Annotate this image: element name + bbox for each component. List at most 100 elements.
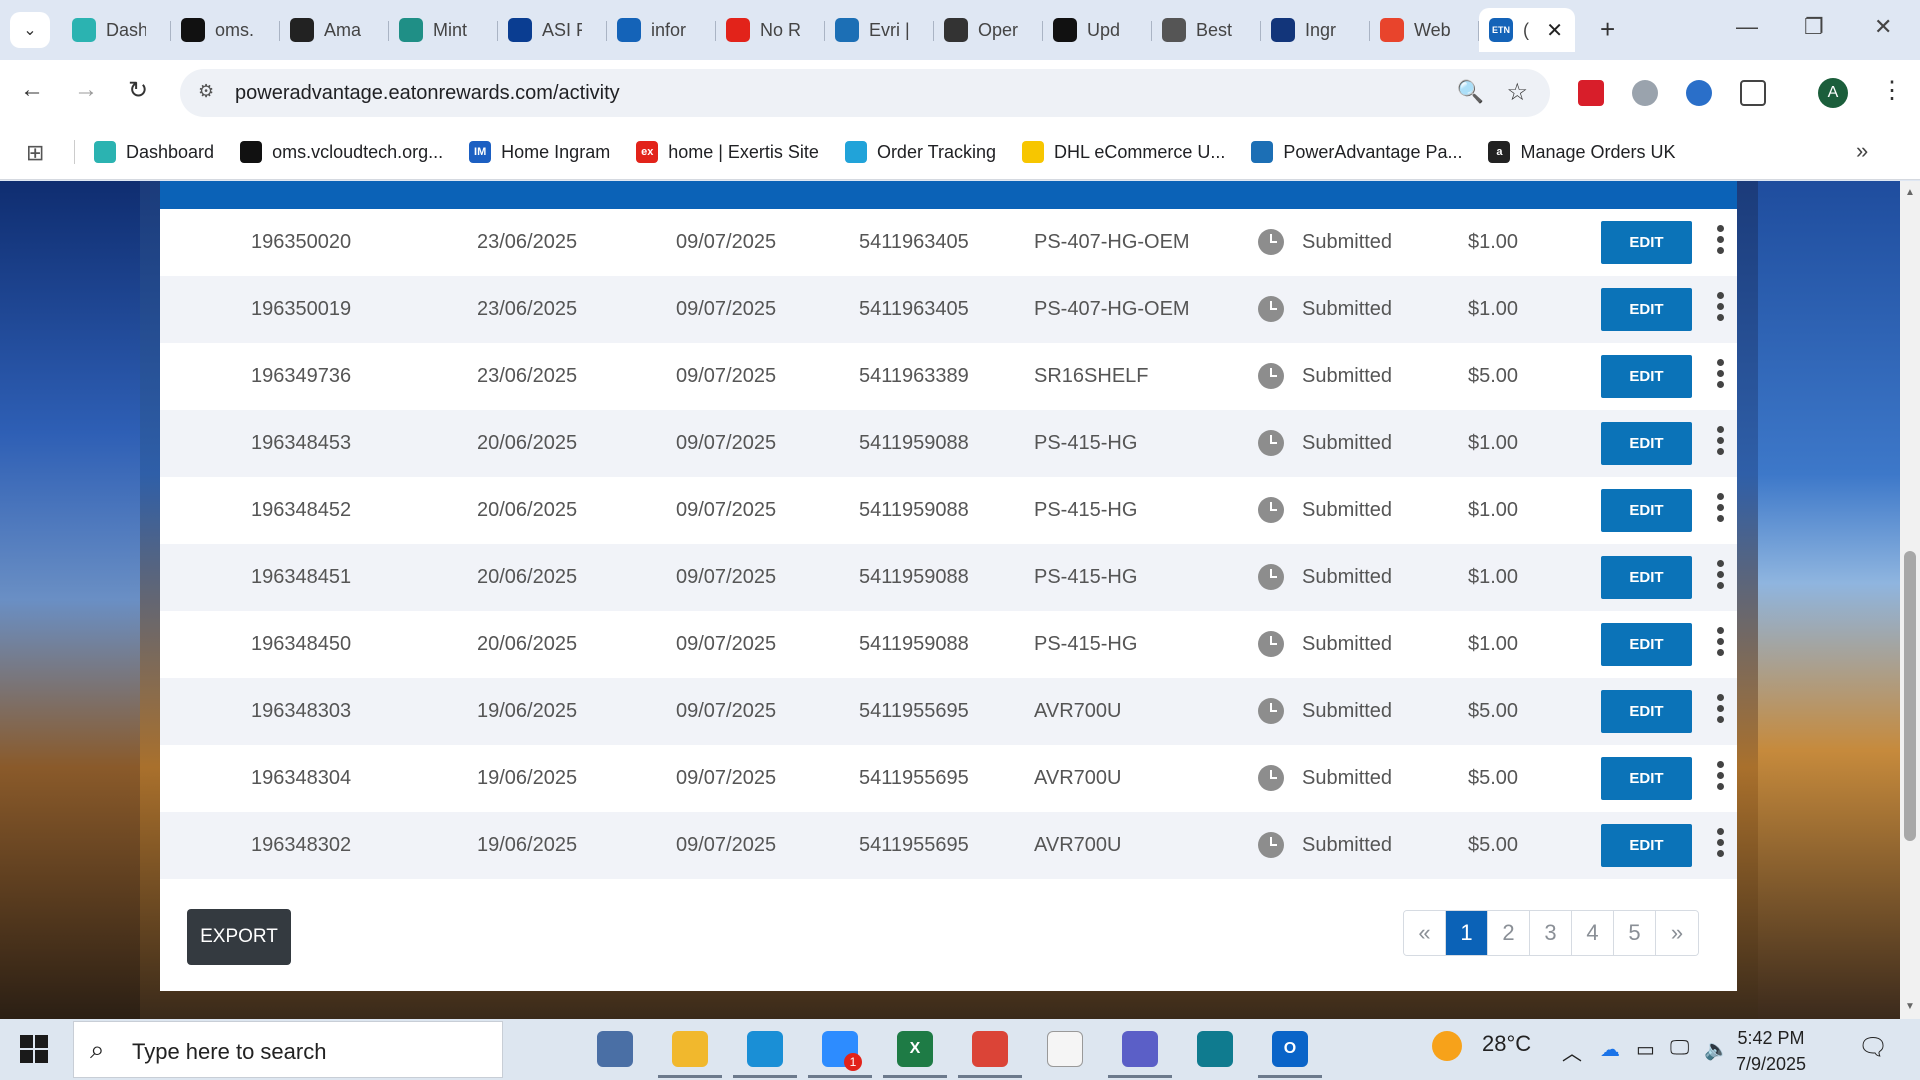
clock-icon	[1258, 296, 1284, 322]
url-text[interactable]: poweradvantage.eatonrewards.com/activity	[235, 82, 620, 105]
edit-button[interactable]: EDIT	[1601, 489, 1692, 532]
row-menu-icon[interactable]	[1710, 225, 1730, 259]
page-scrollbar[interactable]: ▲ ▼	[1900, 181, 1920, 1019]
edit-button[interactable]: EDIT	[1601, 824, 1692, 867]
row-menu-icon[interactable]	[1710, 426, 1730, 460]
page-4-button[interactable]: 4	[1572, 911, 1614, 955]
network-icon[interactable]: 🖵	[1670, 1037, 1689, 1060]
calculator-icon[interactable]	[597, 1031, 633, 1067]
taskbar-search[interactable]: ⌕ Type here to search	[73, 1021, 503, 1078]
site-info-icon[interactable]: ⚙	[198, 81, 220, 103]
browser-tab-active[interactable]: ETN (✕	[1479, 8, 1575, 52]
edit-button[interactable]: EDIT	[1601, 221, 1692, 264]
export-button[interactable]: EXPORT	[187, 909, 291, 965]
scroll-thumb[interactable]	[1904, 551, 1916, 841]
browser-menu-icon[interactable]: ⋮	[1880, 76, 1904, 105]
browser-tab[interactable]: Evri |	[825, 8, 934, 52]
row-menu-icon[interactable]	[1710, 761, 1730, 795]
profile-avatar[interactable]: A	[1818, 78, 1848, 108]
bookmark-item[interactable]: IM Home Ingram	[469, 138, 610, 166]
edit-button[interactable]: EDIT	[1601, 757, 1692, 800]
clock-icon	[1258, 832, 1284, 858]
page-5-button[interactable]: 5	[1614, 911, 1656, 955]
row-menu-icon[interactable]	[1710, 694, 1730, 728]
bookmark-item[interactable]: Order Tracking	[844, 138, 996, 166]
apps-grid-icon[interactable]: ⊞	[26, 140, 44, 166]
browser-tab[interactable]: Dash	[62, 8, 171, 52]
temperature[interactable]: 28°C	[1482, 1031, 1531, 1057]
bookmark-item[interactable]: PowerAdvantage Pa...	[1251, 138, 1462, 166]
sway-icon[interactable]	[1197, 1031, 1233, 1067]
row-menu-icon[interactable]	[1710, 560, 1730, 594]
address-bar[interactable]: ⚙ poweradvantage.eatonrewards.com/activi…	[180, 69, 1550, 117]
browser-tab[interactable]: Best	[1152, 8, 1261, 52]
due-date: 09/07/2025	[676, 700, 777, 722]
row-menu-icon[interactable]	[1710, 359, 1730, 393]
scroll-up-icon[interactable]: ▲	[1905, 187, 1915, 198]
browser-tab[interactable]: Oper	[934, 8, 1043, 52]
pdf-extension-icon[interactable]	[1578, 80, 1604, 106]
task-view-icon[interactable]	[522, 1031, 558, 1067]
file-explorer-icon[interactable]	[672, 1031, 708, 1067]
minimize-button[interactable]: —	[1736, 14, 1758, 40]
start-button[interactable]	[20, 1035, 48, 1063]
edit-button[interactable]: EDIT	[1601, 422, 1692, 465]
browser-tab[interactable]: oms.	[171, 8, 280, 52]
reload-button[interactable]: ↻	[128, 76, 148, 105]
page-2-button[interactable]: 2	[1488, 911, 1530, 955]
tab-search-button[interactable]: ⌄	[10, 12, 50, 48]
page-3-button[interactable]: 3	[1530, 911, 1572, 955]
chevron-up-icon[interactable]: ︿	[1562, 1037, 1582, 1066]
browser-tab[interactable]: Upd	[1043, 8, 1152, 52]
bookmark-item[interactable]: oms.vcloudtech.org...	[240, 138, 443, 166]
teams-icon[interactable]	[1122, 1031, 1158, 1067]
row-menu-icon[interactable]	[1710, 828, 1730, 862]
outlook-icon[interactable]: O	[1272, 1031, 1308, 1067]
extensions-puzzle-icon[interactable]	[1740, 80, 1766, 106]
browser-tab[interactable]: No R	[716, 8, 825, 52]
weather-icon[interactable]	[1432, 1031, 1462, 1061]
more-bookmarks-icon[interactable]: »	[1856, 138, 1868, 164]
row-menu-icon[interactable]	[1710, 493, 1730, 527]
globe-extension-icon[interactable]	[1632, 80, 1658, 106]
bookmark-item[interactable]: a Manage Orders UK	[1488, 138, 1676, 166]
page-last-button[interactable]: »	[1656, 911, 1698, 955]
new-tab-button[interactable]: +	[1600, 14, 1615, 45]
browser-tab[interactable]: Ama	[280, 8, 389, 52]
browser-tab[interactable]: infor	[607, 8, 716, 52]
notifications-icon[interactable]: 🗨	[1858, 1033, 1888, 1062]
onedrive-icon[interactable]: ☁	[1600, 1037, 1620, 1062]
browser-tab[interactable]: Ingr	[1261, 8, 1370, 52]
edit-button[interactable]: EDIT	[1601, 288, 1692, 331]
restore-button[interactable]: ❐	[1804, 14, 1824, 40]
zoom-icon[interactable]: 🔍	[1457, 79, 1484, 105]
notepad-icon[interactable]	[1047, 1031, 1083, 1067]
volume-icon[interactable]: 🔈	[1704, 1037, 1729, 1062]
bookmark-star-icon[interactable]: ☆	[1506, 78, 1528, 107]
clock[interactable]: 5:42 PM 7/9/2025	[1736, 1025, 1806, 1077]
forward-button[interactable]: →	[74, 76, 98, 104]
sync-extension-icon[interactable]	[1686, 80, 1712, 106]
page-1-button[interactable]: 1	[1446, 911, 1488, 955]
browser-tab[interactable]: ASI F	[498, 8, 607, 52]
edge-icon[interactable]	[747, 1031, 783, 1067]
close-window-button[interactable]: ✕	[1874, 14, 1892, 40]
edit-button[interactable]: EDIT	[1601, 690, 1692, 733]
edit-button[interactable]: EDIT	[1601, 556, 1692, 599]
bookmark-item[interactable]: ex home | Exertis Site	[636, 138, 819, 166]
browser-tab[interactable]: Web	[1370, 8, 1479, 52]
close-tab-icon[interactable]: ✕	[1546, 18, 1563, 43]
browser-tab[interactable]: Mint	[389, 8, 498, 52]
back-button[interactable]: ←	[20, 76, 44, 104]
row-menu-icon[interactable]	[1710, 292, 1730, 326]
bookmark-item[interactable]: Dashboard	[94, 138, 214, 166]
battery-icon[interactable]: ▭	[1636, 1037, 1655, 1062]
page-first-button[interactable]: «	[1404, 911, 1446, 955]
edit-button[interactable]: EDIT	[1601, 355, 1692, 398]
bookmark-item[interactable]: DHL eCommerce U...	[1021, 138, 1225, 166]
row-menu-icon[interactable]	[1710, 627, 1730, 661]
chrome-icon[interactable]	[972, 1031, 1008, 1067]
scroll-down-icon[interactable]: ▼	[1905, 1001, 1915, 1012]
excel-icon[interactable]: X	[897, 1031, 933, 1067]
edit-button[interactable]: EDIT	[1601, 623, 1692, 666]
